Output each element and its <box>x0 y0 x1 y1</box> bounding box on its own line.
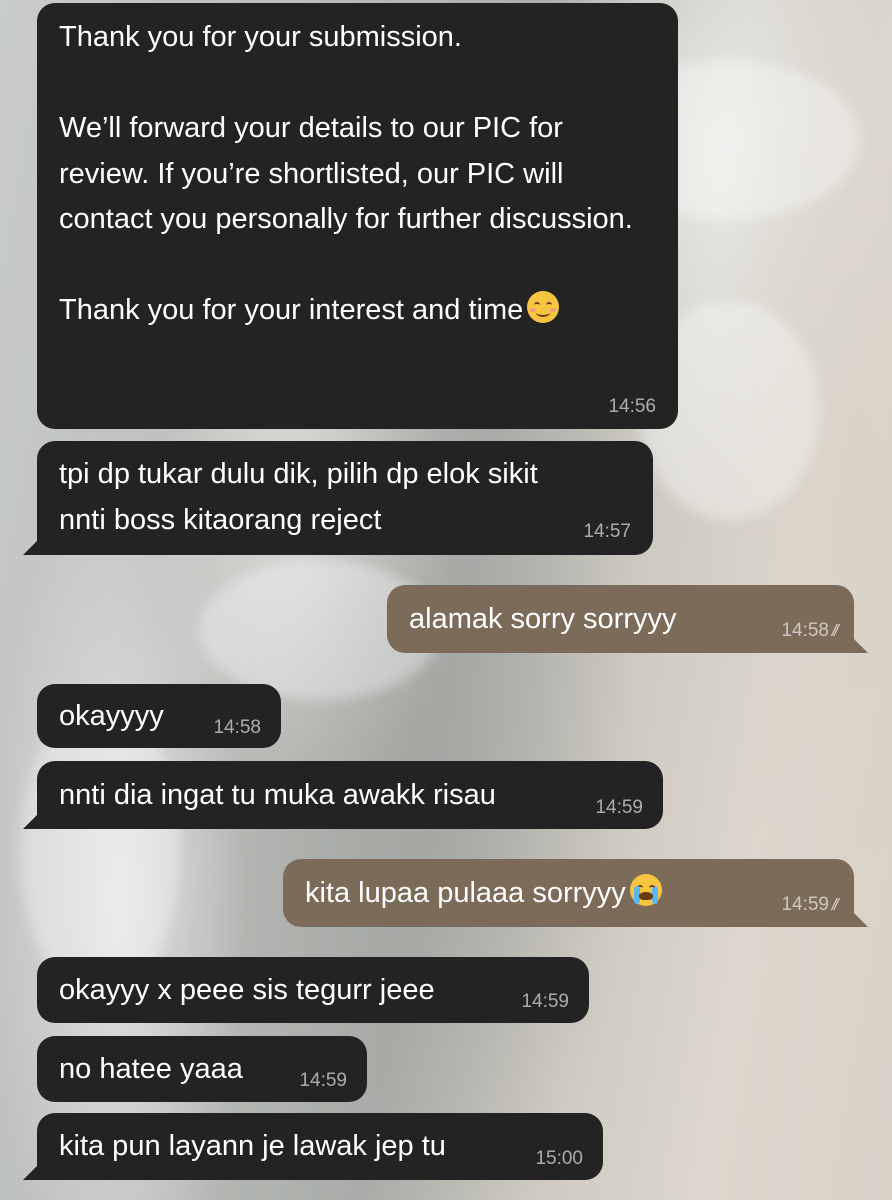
bubble-tail <box>846 631 868 653</box>
message-bubble-incoming[interactable]: tpi dp tukar dulu dik, pilih dp elok sik… <box>23 441 653 555</box>
message-time: 14:59 <box>595 797 643 818</box>
message-bubble-incoming[interactable]: nnti dia ingat tu muka awakk risau 14:59 <box>23 761 663 829</box>
message-bubble-incoming[interactable]: kita pun layann je lawak jep tu 15:00 <box>23 1113 603 1180</box>
message-time: 14:59 <box>299 1070 347 1091</box>
bubble-tail <box>23 533 45 555</box>
message-bubble-outgoing[interactable]: alamak sorry sorryyy 14:58// <box>387 585 868 653</box>
message-bubble-incoming[interactable]: okayyyy 14:58 <box>37 684 281 748</box>
message-text: kita pun layann je lawak jep tu <box>59 1130 446 1162</box>
bubble-tail <box>23 807 45 829</box>
message-time: 14:57 <box>583 521 631 542</box>
message-time: 14:58 <box>213 717 261 738</box>
bubble-tail <box>23 1158 45 1180</box>
message-bubble-incoming[interactable]: no hatee yaaa 14:59 <box>37 1036 367 1102</box>
message-time: 15:00 <box>535 1148 583 1169</box>
message-text: Thank you for your submission. We’ll for… <box>59 21 633 326</box>
message-bubble-incoming[interactable]: Thank you for your submission. We’ll for… <box>37 3 678 429</box>
message-bubble-incoming[interactable]: okayyy x peee sis tegurr jeee 14:59 <box>37 957 589 1023</box>
message-text: okayyy x peee sis tegurr jeee <box>59 974 435 1006</box>
message-time-wrap: 14:58// <box>781 620 841 641</box>
message-time-wrap: 14:59// <box>781 894 841 915</box>
message-text: kita lupaa pulaaa sorryyy <box>305 877 626 909</box>
message-time: 14:59 <box>781 894 829 915</box>
message-time: 14:56 <box>608 396 656 417</box>
smiling-face-icon <box>527 291 560 323</box>
message-bubble-outgoing[interactable]: kita lupaa pulaaa sorryyy 14:59// <box>283 859 868 927</box>
bubble-tail <box>846 905 868 927</box>
message-time: 14:58 <box>781 620 829 641</box>
message-text: tpi dp tukar dulu dik, pilih dp elok sik… <box>59 458 538 536</box>
crying-face-icon <box>629 874 662 906</box>
message-time: 14:59 <box>521 991 569 1012</box>
message-text: nnti dia ingat tu muka awakk risau <box>59 779 496 811</box>
